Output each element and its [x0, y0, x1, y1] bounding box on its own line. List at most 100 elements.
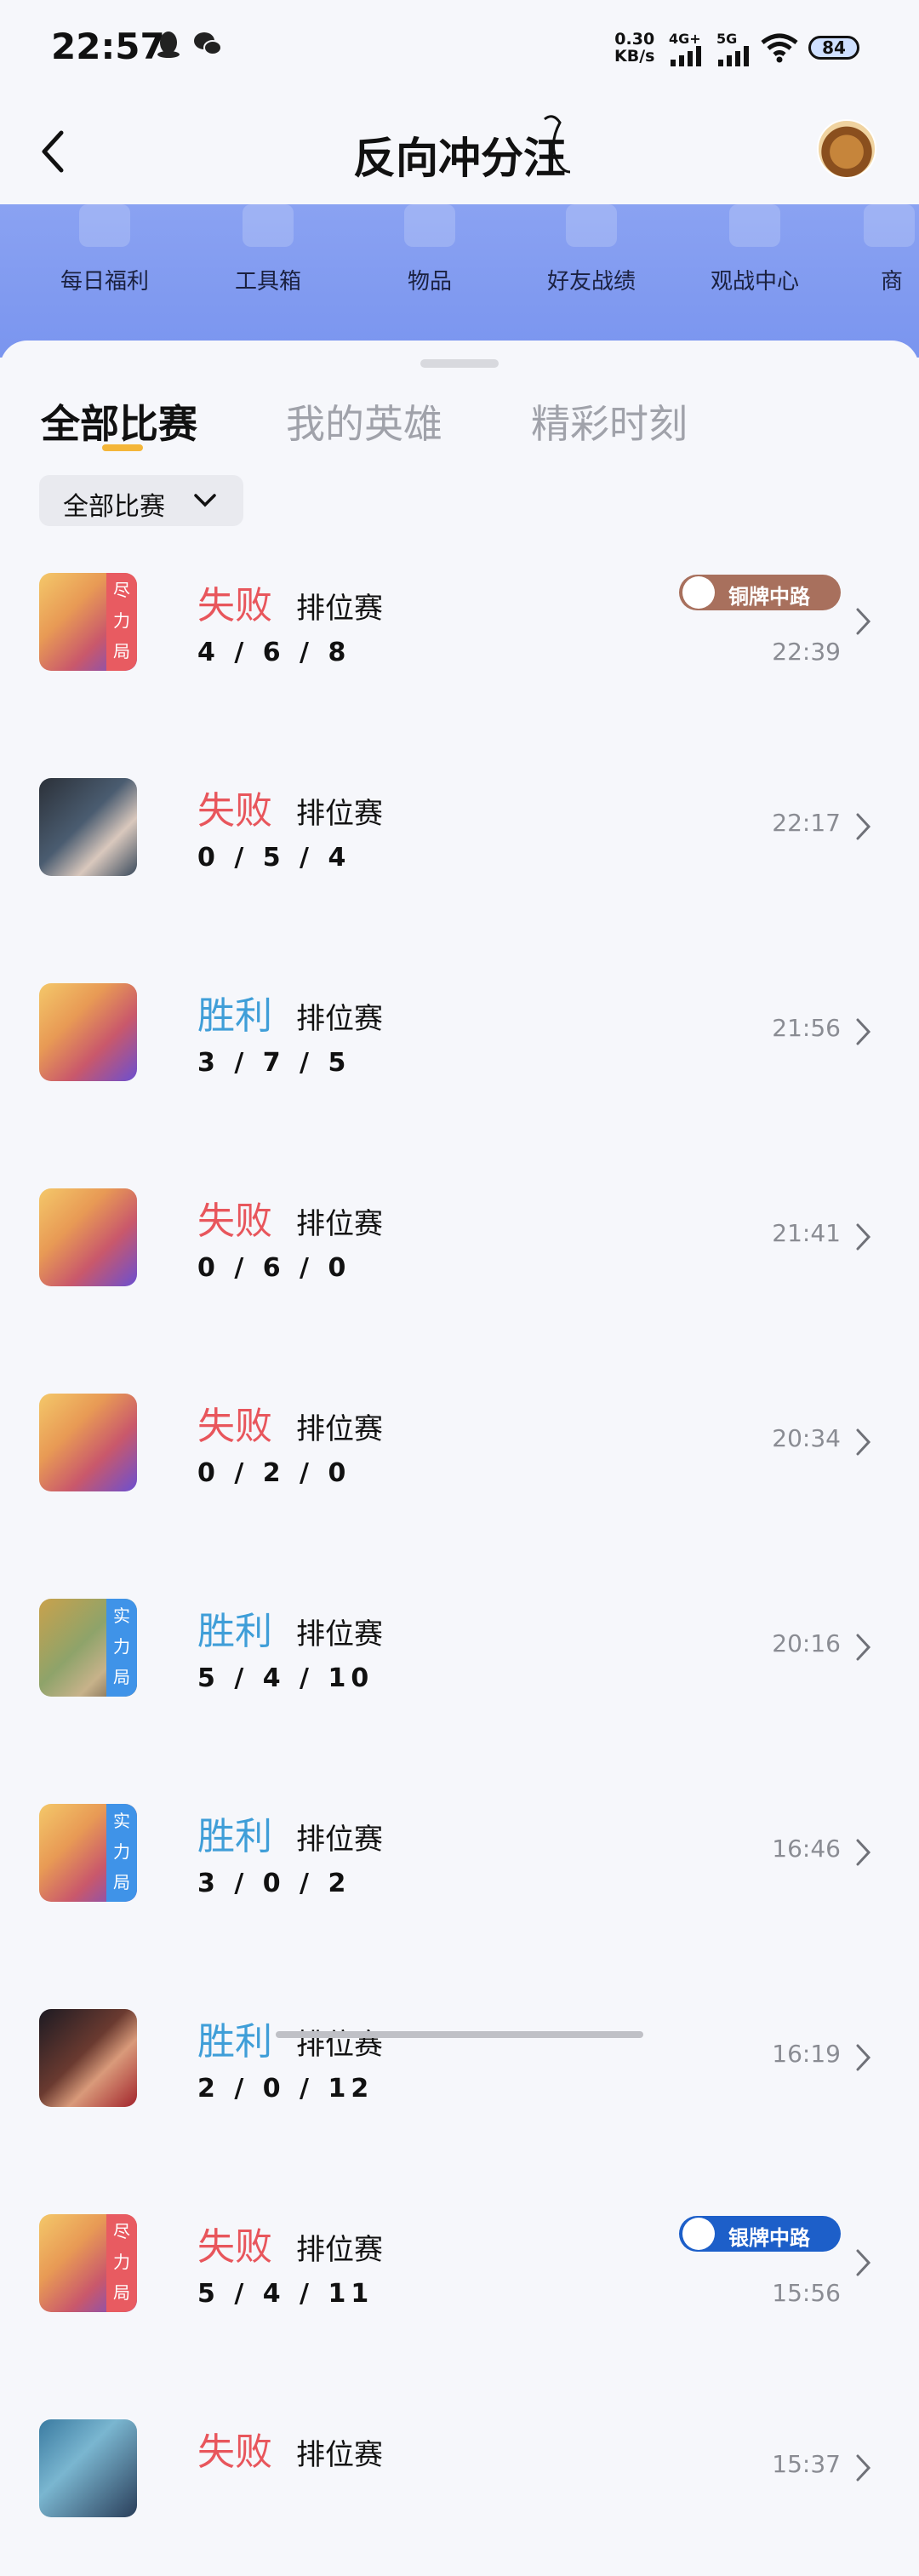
shop-icon — [864, 204, 915, 247]
match-tag-badge: 实力局 — [106, 1804, 137, 1902]
match-mode: 排位赛 — [296, 2438, 383, 2472]
hero-portrait — [39, 1188, 137, 1286]
feature-banner: 每日福利 工具箱 物品 好友战绩 观战中心 商 — [0, 204, 919, 358]
hero-portrait: 实力局 — [39, 1804, 137, 1902]
match-result: 失败 — [197, 789, 272, 833]
signal-icon-2 — [718, 46, 749, 66]
match-time: 20:34 — [772, 1424, 841, 1452]
app-header: 反向冲分汪 — [0, 94, 919, 204]
wechat-icon — [194, 32, 222, 55]
match-mode: 排位赛 — [296, 2028, 383, 2062]
medal-badge: 银牌中路 — [679, 2216, 841, 2252]
match-row[interactable]: 失败 排位赛 0 / 2 / 0 20:34 — [0, 1394, 919, 1550]
battery-icon: 84 — [808, 36, 859, 60]
chevron-right-icon[interactable] — [854, 2453, 873, 2482]
tab-my-heroes[interactable]: 我的英雄 — [286, 393, 442, 449]
home-indicator[interactable] — [276, 2031, 643, 2038]
match-tag-badge: 尽力局 — [106, 2214, 137, 2312]
drag-handle[interactable] — [420, 359, 499, 368]
match-kda: 3 / 0 / 2 — [197, 1869, 351, 1898]
status-time: 22:57 — [51, 26, 165, 67]
match-time: 16:19 — [772, 2040, 841, 2068]
match-row[interactable]: 胜利 排位赛 3 / 7 / 5 21:56 — [0, 983, 919, 1140]
hero-portrait: 尽力局 — [39, 573, 137, 671]
banner-item-toolbox[interactable]: 工具箱 — [187, 204, 349, 315]
status-bar: 22:57 0.30 KB/s 4G+ 5G 84 — [0, 0, 919, 94]
match-mode: 排位赛 — [296, 1207, 383, 1241]
hero-portrait — [39, 983, 137, 1081]
match-result: 失败 — [197, 1199, 272, 1243]
match-kda: 0 / 2 / 0 — [197, 1458, 351, 1488]
signal-icon-1 — [671, 46, 701, 66]
medal-badge: 铜牌中路 — [679, 575, 841, 610]
hero-portrait: 实力局 — [39, 1599, 137, 1697]
hero-portrait: 尽力局 — [39, 2214, 137, 2312]
match-mode: 排位赛 — [296, 1412, 383, 1446]
network-speed: 0.30 KB/s — [614, 30, 655, 66]
tail-decoration-icon — [544, 115, 571, 174]
chevron-right-icon[interactable] — [854, 812, 873, 841]
match-result: 胜利 — [197, 1815, 272, 1858]
page-title: 反向冲分汪 — [353, 134, 566, 183]
chevron-right-icon[interactable] — [854, 1428, 873, 1457]
match-kda: 0 / 6 / 0 — [197, 1253, 351, 1283]
match-mode: 排位赛 — [296, 1823, 383, 1857]
match-sheet: 全部比赛 我的英雄 精彩时刻 全部比赛 尽力局失败 排位赛 4 / 6 / 8 22:… — [0, 341, 919, 2517]
match-mode: 排位赛 — [296, 1617, 383, 1652]
match-kda: 3 / 7 / 5 — [197, 1048, 351, 1078]
match-result: 胜利 — [197, 1610, 272, 1653]
match-row[interactable]: 失败 排位赛 15:37 — [0, 2419, 919, 2576]
chevron-right-icon[interactable] — [854, 1633, 873, 1662]
match-kda: 4 / 6 / 8 — [197, 638, 351, 667]
chevron-right-icon[interactable] — [854, 2043, 873, 2072]
banner-item-spectate[interactable]: 观战中心 — [674, 204, 836, 315]
hero-portrait — [39, 2009, 137, 2107]
match-result: 胜利 — [197, 994, 272, 1038]
tab-all-matches[interactable]: 全部比赛 — [41, 393, 197, 449]
chevron-right-icon[interactable] — [854, 1222, 873, 1251]
banner-item-shop[interactable]: 商 — [838, 204, 919, 315]
tab-highlights[interactable]: 精彩时刻 — [531, 393, 688, 449]
chevron-right-icon[interactable] — [854, 2248, 873, 2277]
match-row[interactable]: 尽力局 失败 排位赛 4 / 6 / 8 22:39 铜牌中路 — [0, 573, 919, 730]
toolbox-icon — [243, 204, 294, 247]
user-avatar[interactable] — [817, 119, 876, 179]
match-mode: 排位赛 — [296, 592, 383, 626]
item-icon — [404, 204, 455, 247]
qq-icon — [157, 31, 180, 58]
match-mode: 排位赛 — [296, 2233, 383, 2267]
match-result: 失败 — [197, 1405, 272, 1448]
banner-item-daily-benefits[interactable]: 每日福利 — [24, 204, 186, 315]
chevron-right-icon[interactable] — [854, 1838, 873, 1867]
match-time: 22:39 — [772, 638, 841, 666]
chevron-down-icon — [194, 494, 216, 507]
match-kda: 0 / 5 / 4 — [197, 843, 351, 873]
match-mode: 排位赛 — [296, 797, 383, 831]
match-result: 胜利 — [197, 2020, 272, 2064]
hero-portrait — [39, 778, 137, 876]
active-tab-indicator — [102, 444, 143, 451]
match-tag-badge: 尽力局 — [106, 573, 137, 671]
match-result: 失败 — [197, 584, 272, 627]
medal-icon — [682, 576, 715, 609]
match-row[interactable]: 实力局 胜利 排位赛 3 / 0 / 2 16:46 — [0, 1804, 919, 1961]
hero-portrait — [39, 2419, 137, 2517]
match-mode: 排位赛 — [296, 1002, 383, 1036]
chevron-right-icon[interactable] — [854, 607, 873, 636]
match-row[interactable]: 失败 排位赛 0 / 5 / 4 22:17 — [0, 778, 919, 935]
gift-icon — [79, 204, 130, 247]
match-row[interactable]: 失败 排位赛 0 / 6 / 0 21:41 — [0, 1188, 919, 1345]
match-time: 15:56 — [772, 2279, 841, 2307]
banner-item-friend-records[interactable]: 好友战绩 — [511, 204, 672, 315]
match-time: 22:17 — [772, 809, 841, 837]
match-filter-dropdown[interactable]: 全部比赛 — [39, 475, 243, 526]
friends-icon — [566, 204, 617, 247]
banner-item-items[interactable]: 物品 — [349, 204, 511, 315]
match-row[interactable]: 实力局 胜利 排位赛 5 / 4 / 10 20:16 — [0, 1599, 919, 1755]
chevron-right-icon[interactable] — [854, 1017, 873, 1046]
match-time: 21:41 — [772, 1219, 841, 1247]
match-kda: 5 / 4 / 10 — [197, 1663, 374, 1693]
match-time: 15:37 — [772, 2450, 841, 2478]
match-kda: 5 / 4 / 11 — [197, 2279, 374, 2309]
match-row[interactable]: 尽力局 失败 排位赛 5 / 4 / 11 15:56 银牌中路 — [0, 2214, 919, 2371]
